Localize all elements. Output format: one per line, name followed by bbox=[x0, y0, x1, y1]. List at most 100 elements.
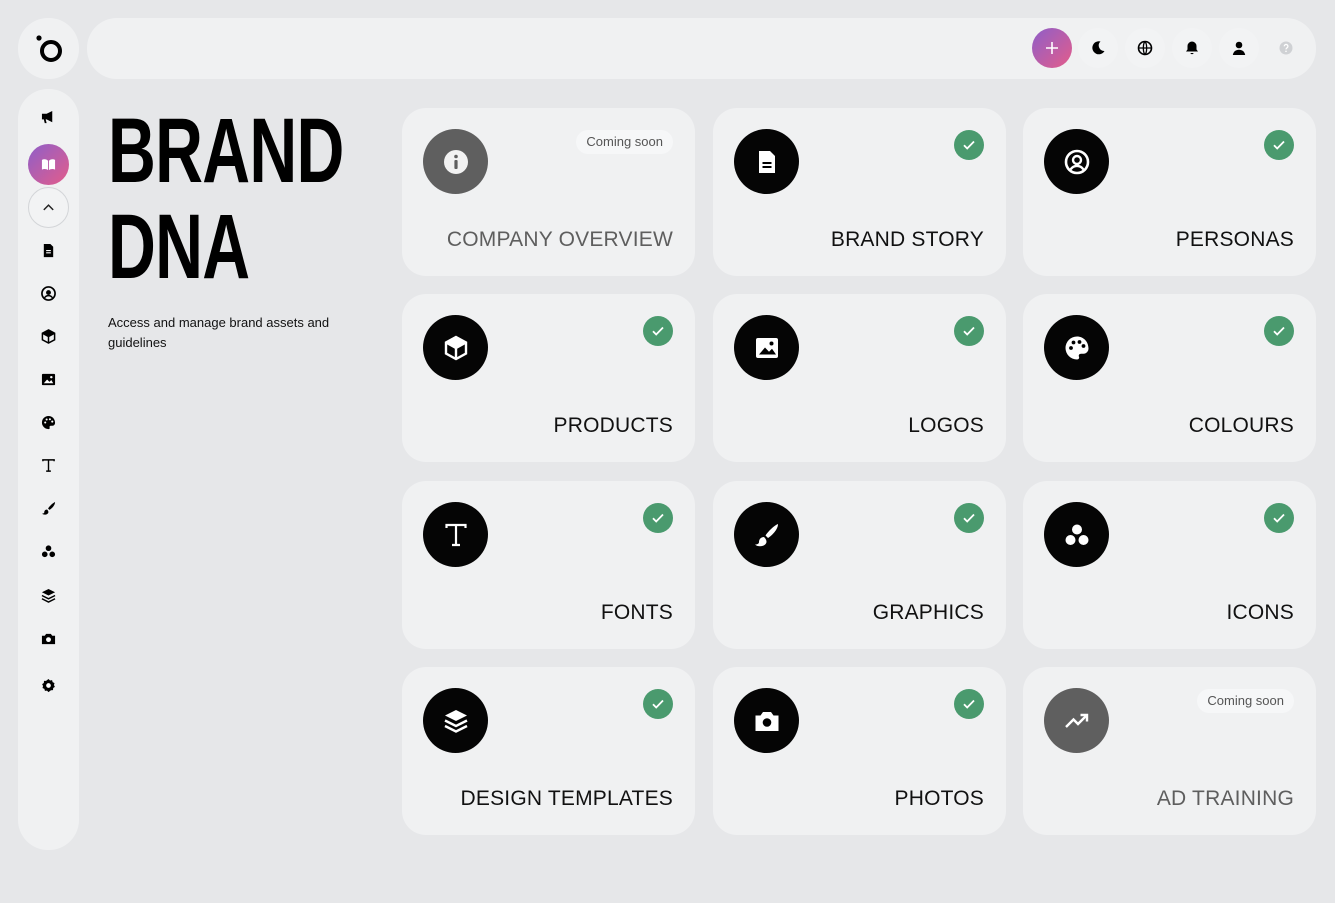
check-icon bbox=[963, 513, 975, 523]
image-icon bbox=[41, 373, 56, 386]
sidebar bbox=[18, 89, 79, 850]
card-label: LOGOS bbox=[908, 414, 984, 437]
create-button[interactable] bbox=[1032, 28, 1072, 68]
complete-check-badge bbox=[1264, 130, 1294, 160]
coming-soon-badge: Coming soon bbox=[1197, 689, 1294, 713]
sidebar-item-products[interactable] bbox=[28, 316, 69, 357]
complete-check-badge bbox=[1264, 503, 1294, 533]
card-label: PHOTOS bbox=[894, 787, 984, 810]
sidebar-item-icons[interactable] bbox=[28, 531, 69, 572]
bell-icon bbox=[1186, 41, 1198, 55]
card-ad-training[interactable]: Coming soon AD TRAINING bbox=[1023, 667, 1316, 835]
user-circle-icon bbox=[1064, 149, 1089, 174]
sidebar-item-photos[interactable] bbox=[28, 618, 69, 659]
card-fonts[interactable]: FONTS bbox=[402, 481, 695, 649]
theme-toggle-button[interactable] bbox=[1078, 28, 1118, 68]
top-bar bbox=[87, 18, 1316, 79]
language-button[interactable] bbox=[1125, 28, 1165, 68]
megaphone-icon bbox=[41, 110, 53, 124]
check-icon bbox=[652, 699, 664, 709]
card-icon-circle bbox=[423, 502, 488, 567]
card-icons[interactable]: ICONS bbox=[1023, 481, 1316, 649]
check-icon bbox=[1273, 140, 1285, 150]
card-icon-circle bbox=[734, 315, 799, 380]
card-icon-circle bbox=[734, 688, 799, 753]
profile-button[interactable] bbox=[1219, 28, 1259, 68]
type-icon bbox=[42, 459, 55, 472]
sidebar-item-brand-dna[interactable] bbox=[28, 144, 69, 185]
sidebar-item-campaign[interactable] bbox=[28, 97, 69, 138]
palette-icon bbox=[41, 415, 56, 430]
complete-check-badge bbox=[643, 689, 673, 719]
sidebar-collapse-toggle[interactable] bbox=[28, 187, 69, 228]
card-icon-circle bbox=[1044, 315, 1109, 380]
card-logos[interactable]: LOGOS bbox=[713, 294, 1006, 462]
user-icon bbox=[1232, 41, 1246, 55]
complete-check-badge bbox=[643, 316, 673, 346]
check-icon bbox=[963, 326, 975, 336]
brand-logo[interactable] bbox=[18, 18, 79, 79]
card-products[interactable]: PRODUCTS bbox=[402, 294, 695, 462]
cube-icon bbox=[444, 335, 467, 360]
page-title-line-1: BRAND bbox=[108, 100, 344, 202]
check-icon bbox=[652, 513, 664, 523]
card-photos[interactable]: PHOTOS bbox=[713, 667, 1006, 835]
card-label: PERSONAS bbox=[1175, 228, 1294, 251]
card-label: FONTS bbox=[600, 601, 673, 624]
page-title: BRAND DNA bbox=[108, 100, 344, 298]
coming-soon-badge: Coming soon bbox=[576, 130, 673, 154]
card-design-templates[interactable]: DESIGN TEMPLATES bbox=[402, 667, 695, 835]
user-circle-icon bbox=[41, 286, 56, 301]
sidebar-item-design-templates[interactable] bbox=[28, 575, 69, 616]
card-company-overview[interactable]: Coming soon COMPANY OVERVIEW bbox=[402, 108, 695, 276]
card-icon-circle bbox=[1044, 502, 1109, 567]
notifications-button[interactable] bbox=[1172, 28, 1212, 68]
sidebar-item-fonts[interactable] bbox=[28, 445, 69, 486]
card-icon-circle bbox=[423, 129, 488, 194]
complete-check-badge bbox=[954, 130, 984, 160]
info-icon bbox=[443, 149, 468, 174]
card-label: COMPANY OVERVIEW bbox=[446, 228, 673, 251]
card-label: GRAPHICS bbox=[872, 601, 984, 624]
card-personas[interactable]: PERSONAS bbox=[1023, 108, 1316, 276]
shapes-icon bbox=[1065, 524, 1088, 545]
document-icon bbox=[43, 243, 54, 258]
brush-icon bbox=[754, 523, 778, 546]
layers-icon bbox=[41, 588, 56, 603]
card-graphics[interactable]: GRAPHICS bbox=[713, 481, 1006, 649]
card-brand-story[interactable]: BRAND STORY bbox=[713, 108, 1006, 276]
check-icon bbox=[963, 699, 975, 709]
page-subtitle: Access and manage brand assets and guide… bbox=[108, 315, 330, 350]
globe-icon bbox=[1137, 40, 1153, 56]
check-icon bbox=[652, 326, 664, 336]
page-title-line-2: DNA bbox=[108, 196, 250, 298]
sidebar-item-personas[interactable] bbox=[28, 273, 69, 314]
card-colours[interactable]: COLOURS bbox=[1023, 294, 1316, 462]
document-icon bbox=[758, 150, 775, 173]
complete-check-badge bbox=[954, 689, 984, 719]
help-icon bbox=[1279, 41, 1293, 55]
sidebar-item-logos[interactable] bbox=[28, 359, 69, 400]
plus-icon bbox=[1046, 42, 1058, 54]
layers-icon bbox=[443, 709, 468, 733]
sidebar-item-colours[interactable] bbox=[28, 402, 69, 443]
help-button[interactable] bbox=[1266, 28, 1306, 68]
moon-icon bbox=[1092, 41, 1105, 55]
card-label: PRODUCTS bbox=[553, 414, 673, 437]
cube-icon bbox=[41, 329, 56, 344]
complete-check-badge bbox=[954, 503, 984, 533]
sidebar-item-settings[interactable] bbox=[28, 665, 69, 706]
card-icon-circle bbox=[1044, 129, 1109, 194]
sidebar-item-graphics[interactable] bbox=[28, 488, 69, 529]
card-icon-circle bbox=[734, 502, 799, 567]
card-label: ICONS bbox=[1226, 601, 1294, 624]
check-icon bbox=[1273, 513, 1285, 523]
card-label: AD TRAINING bbox=[1156, 787, 1294, 810]
shapes-icon bbox=[41, 545, 56, 558]
complete-check-badge bbox=[1264, 316, 1294, 346]
image-icon bbox=[755, 337, 778, 358]
card-icon-circle bbox=[1044, 688, 1109, 753]
card-icon-circle bbox=[423, 315, 488, 380]
check-icon bbox=[963, 140, 975, 150]
sidebar-item-brand-story[interactable] bbox=[28, 230, 69, 271]
